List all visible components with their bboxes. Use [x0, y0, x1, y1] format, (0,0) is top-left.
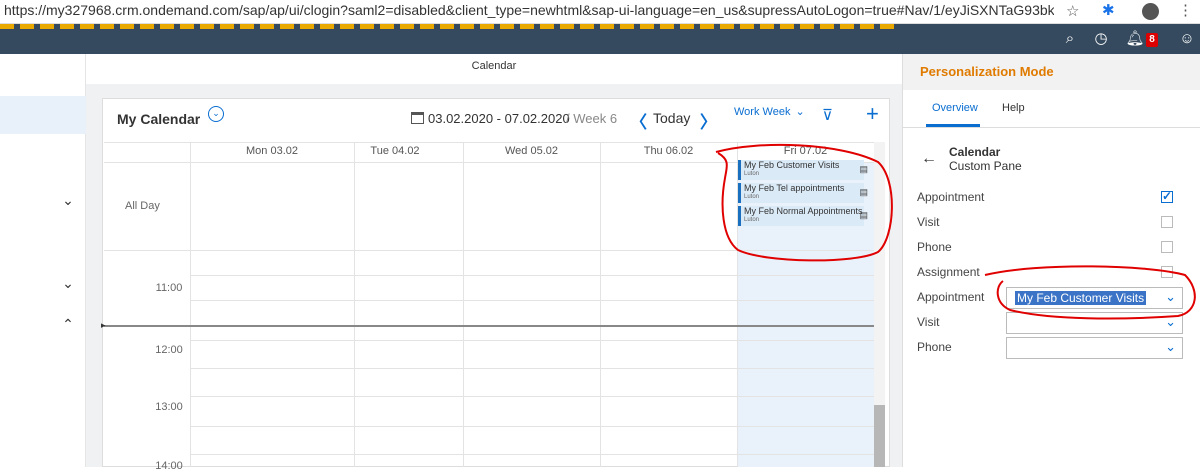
annotation-circle-select: [984, 265, 1196, 320]
annotation-overlay: [715, 143, 1196, 320]
annotation-circle-appointments: [715, 143, 893, 262]
